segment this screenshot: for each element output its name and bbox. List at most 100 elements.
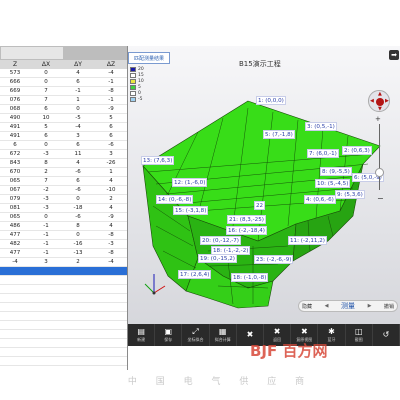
table-row[interactable]: -4 3 2 -4	[0, 258, 127, 267]
table-row[interactable]: 477 -1 0 -8	[0, 231, 127, 240]
point-label[interactable]: 5: (7,-1,8)	[263, 130, 295, 139]
table-row-empty[interactable]	[0, 285, 127, 294]
table-cell: -8	[108, 88, 114, 94]
toolbar-button[interactable]: ▣ 保存	[155, 324, 183, 346]
mode-next-icon[interactable]: ▶	[368, 303, 372, 309]
point-label[interactable]: 11: (-2,11,2)	[288, 236, 327, 245]
nav-down-icon[interactable]: ▼	[378, 107, 382, 112]
table-row[interactable]: 067 -2 -6 -10	[0, 186, 127, 195]
mode-prev-icon[interactable]: ◀	[325, 303, 329, 309]
point-label[interactable]: 17: (2,6,4)	[178, 270, 212, 279]
table-row[interactable]: 490 10 -5 5	[0, 114, 127, 123]
nav-up-icon[interactable]: ▲	[378, 92, 382, 97]
point-label[interactable]: 22	[254, 201, 266, 210]
table-row-empty[interactable]	[0, 312, 127, 321]
table-cell: 4	[76, 160, 80, 166]
point-label[interactable]: 14: (0,-6,-8)	[156, 195, 194, 204]
point-label[interactable]: 1: (0,0,0)	[256, 96, 286, 105]
point-label[interactable]: 16: (-2,-18,4)	[226, 226, 267, 235]
export-arrow-icon[interactable]: ➡	[389, 50, 399, 60]
undo-button[interactable]: 撤销	[384, 303, 394, 310]
nav-left-icon[interactable]: ◀	[370, 99, 374, 104]
table-cell: 4	[109, 223, 113, 229]
table-tab-1[interactable]	[0, 46, 64, 60]
table-row-empty[interactable]	[0, 294, 127, 303]
table-row[interactable]: 065 7 6 4	[0, 177, 127, 186]
point-label[interactable]: 12: (1,-6,0)	[172, 178, 208, 187]
table-row[interactable]: 669 7 -1 -8	[0, 87, 127, 96]
table-row[interactable]: 477 -1 -13 -8	[0, 249, 127, 258]
zoom-slider-handle[interactable]	[375, 168, 384, 177]
table-row[interactable]: 491 5 -4 6	[0, 123, 127, 132]
point-label[interactable]: 23: (-2,-6,-9)	[254, 255, 294, 264]
col-header-z: Z	[12, 61, 18, 68]
table-row[interactable]: 065 0 -6 -9	[0, 213, 127, 222]
table-cell: -4	[12, 259, 18, 265]
hide-button[interactable]: 隐藏	[302, 303, 312, 310]
point-label[interactable]: 21: (8,3,-25)	[227, 215, 266, 224]
table-row[interactable]: 672 -3 11 3	[0, 150, 127, 159]
table-row[interactable]: 081 -3 -18 4	[0, 204, 127, 213]
zoom-out-icon[interactable]: −	[377, 194, 384, 203]
nav-center-icon[interactable]	[376, 98, 384, 106]
table-row[interactable]: 666 0 6 -1	[0, 78, 127, 87]
toolbar-button[interactable]: ◫ 截图	[346, 324, 373, 346]
table-cell: 6	[44, 133, 48, 139]
point-label[interactable]: 8: (9,-5,5)	[320, 167, 352, 176]
table-cell: 670	[9, 169, 21, 175]
nav-right-icon[interactable]: ▶	[385, 99, 389, 104]
point-label[interactable]: 2: (0,6,3)	[342, 146, 372, 155]
table-row-empty[interactable]	[0, 339, 127, 348]
point-label[interactable]: 4: (0,6,-6)	[304, 195, 336, 204]
toolbar-button[interactable]: ▦ 拟合计算	[210, 324, 237, 346]
table-row-empty[interactable]	[0, 348, 127, 357]
table-cell: -6	[75, 187, 81, 193]
table-cell: -13	[73, 250, 83, 256]
table-cell: 1	[76, 97, 80, 103]
legend-swatch	[130, 78, 136, 84]
point-label[interactable]: 20: (0,-12,-7)	[200, 236, 241, 245]
table-cell: -10	[106, 187, 116, 193]
table-row[interactable]: 573 0 4 -4	[0, 69, 127, 78]
table-row-empty[interactable]	[0, 321, 127, 330]
navigation-pad[interactable]: ▲ ▼ ◀ ▶	[368, 90, 390, 112]
point-label[interactable]: 13: (7,6,3)	[141, 156, 175, 165]
table-row[interactable]: 068 6 0 -9	[0, 105, 127, 114]
table-row-empty[interactable]	[0, 366, 127, 370]
table-cell: -6	[108, 142, 114, 148]
legend-label: 0	[138, 90, 141, 96]
table-row[interactable]: 079 -3 0 2	[0, 195, 127, 204]
model-viewer[interactable]: 匹配测量结果 B15演示工程 ➡ 20 15 10 5 0 -5 1: (0,0,0) 3:…	[128, 46, 400, 324]
table-row[interactable]: 843 8 4 -26	[0, 159, 127, 168]
toolbar-button[interactable]: ⤢ 坐标拟合	[182, 324, 210, 346]
toolbar-button[interactable]: ▤ 新建	[128, 324, 156, 346]
table-row-empty[interactable]	[0, 276, 127, 285]
table-cell: 6	[76, 79, 80, 85]
point-label[interactable]: 10: (5,-4,5)	[315, 179, 351, 188]
toolbar-button[interactable]: ↺	[373, 324, 400, 346]
table-row[interactable]: 486 -1 8 4	[0, 222, 127, 231]
point-label[interactable]: 19: (0,-15,2)	[198, 254, 237, 263]
table-row[interactable]: 491 6 3 6	[0, 132, 127, 141]
table-tab-2[interactable]	[63, 46, 127, 60]
table-row[interactable]: 482 -1 -16 -3	[0, 240, 127, 249]
table-row[interactable]: 6 0 6 -6	[0, 141, 127, 150]
table-cell: -3	[108, 241, 114, 247]
point-label[interactable]: 18: (-1,0,-8)	[231, 273, 269, 282]
table-cell: -9	[108, 214, 114, 220]
point-label[interactable]: 15: (-3,1,8)	[173, 206, 209, 215]
table-row[interactable]: 076 7 1 -1	[0, 96, 127, 105]
hull-block-model	[142, 100, 381, 309]
point-label[interactable]: 3: (0,5,-1)	[305, 122, 337, 131]
table-row-empty[interactable]	[0, 357, 127, 366]
table-row-empty[interactable]	[0, 303, 127, 312]
table-row-selected[interactable]	[0, 267, 127, 276]
table-row-empty[interactable]	[0, 330, 127, 339]
point-label[interactable]: 7: (6,0,-1)	[307, 149, 339, 158]
zoom-in-icon[interactable]: +	[375, 115, 381, 123]
zoom-slider-track[interactable]	[379, 124, 380, 190]
measure-button[interactable]: 测量	[341, 301, 355, 311]
table-row[interactable]: 670 2 -6 1	[0, 168, 127, 177]
match-results-tab[interactable]: 匹配测量结果	[128, 52, 170, 64]
point-label[interactable]: 9: (5,3,6)	[335, 190, 365, 199]
